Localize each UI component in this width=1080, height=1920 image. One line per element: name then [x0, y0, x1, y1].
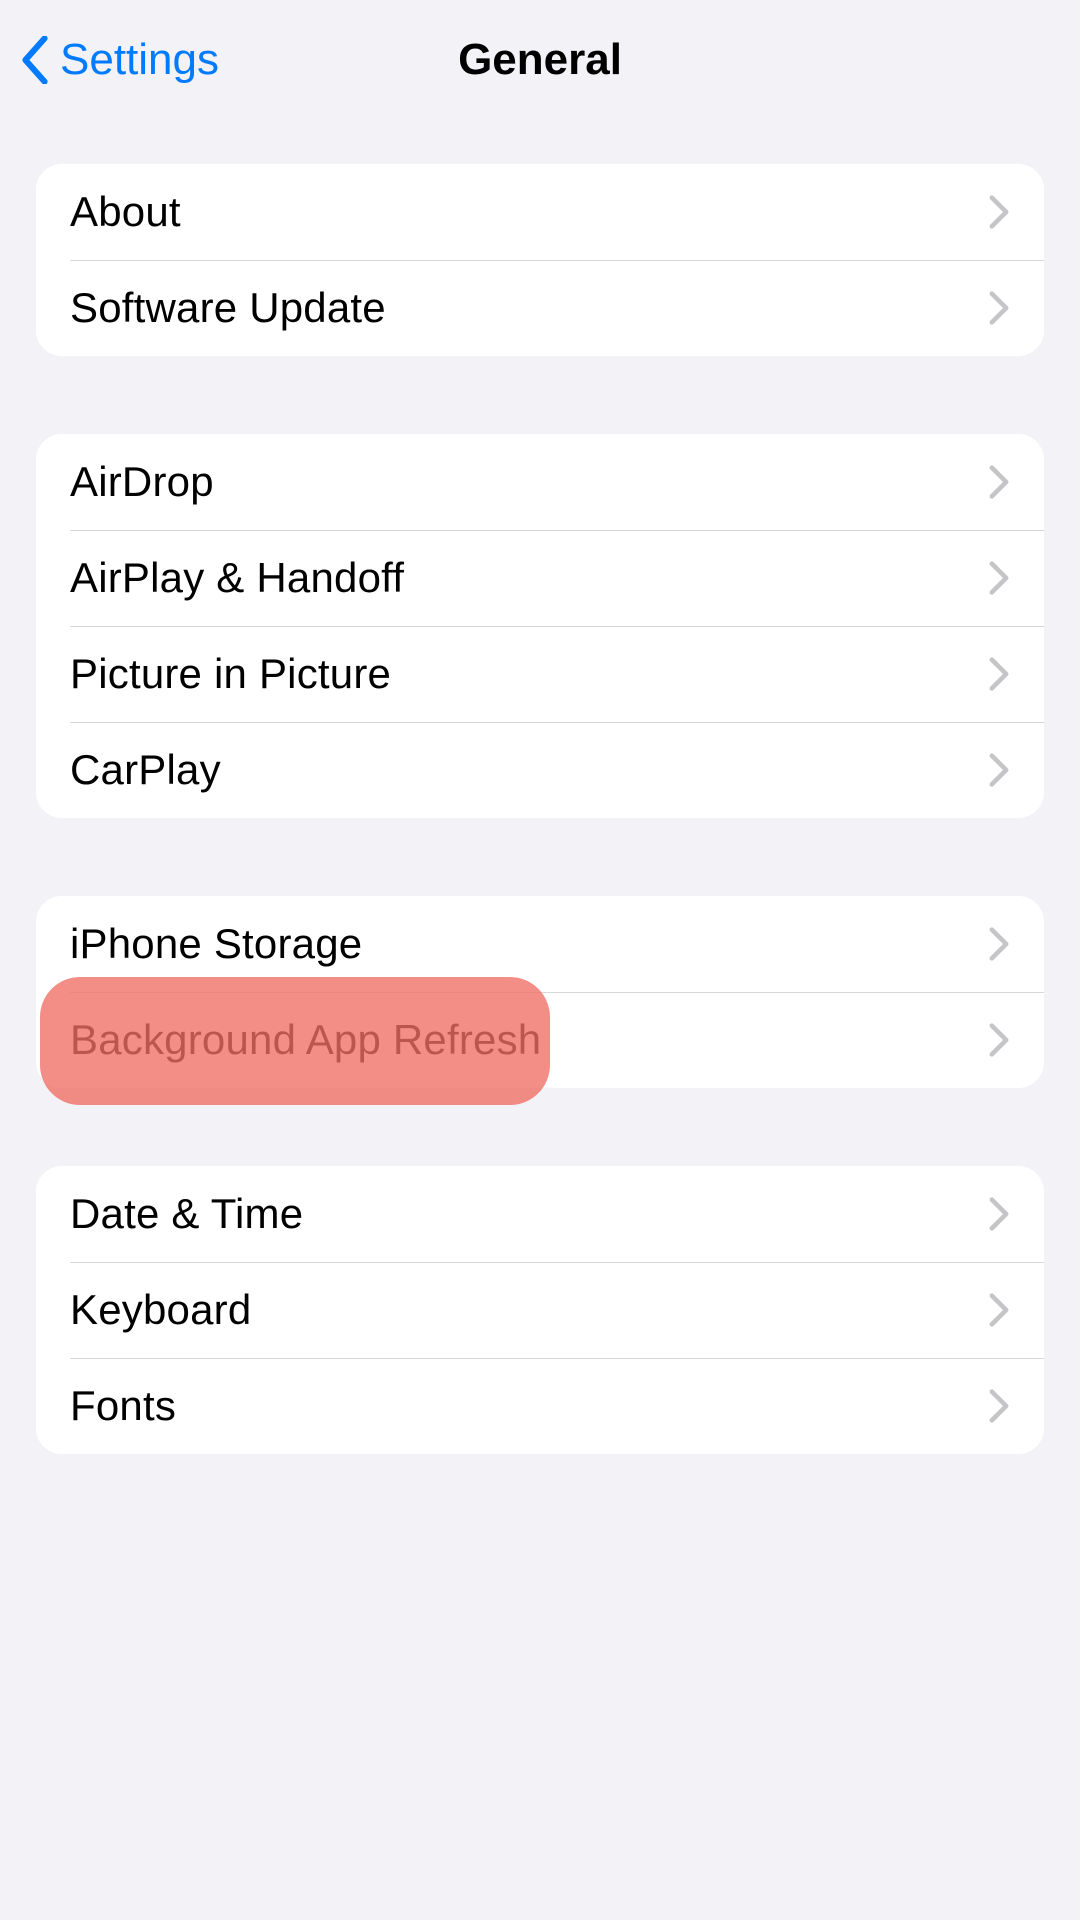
row-label: CarPlay	[70, 746, 221, 794]
back-label: Settings	[60, 35, 219, 85]
row-airplay-handoff[interactable]: AirPlay & Handoff	[36, 530, 1044, 626]
chevron-right-icon	[988, 1292, 1010, 1328]
chevron-right-icon	[988, 194, 1010, 230]
row-airdrop[interactable]: AirDrop	[36, 434, 1044, 530]
row-date-time[interactable]: Date & Time	[36, 1166, 1044, 1262]
row-picture-in-picture[interactable]: Picture in Picture	[36, 626, 1044, 722]
chevron-right-icon	[988, 926, 1010, 962]
chevron-right-icon	[988, 464, 1010, 500]
chevron-right-icon	[988, 1196, 1010, 1232]
group-system: Date & Time Keyboard Fonts	[36, 1166, 1044, 1454]
back-button[interactable]: Settings	[18, 35, 219, 85]
row-about[interactable]: About	[36, 164, 1044, 260]
row-iphone-storage[interactable]: iPhone Storage	[36, 896, 1044, 992]
row-label: AirDrop	[70, 458, 214, 506]
row-label: Background App Refresh	[70, 1016, 541, 1064]
page-title: General	[458, 35, 622, 85]
row-label: About	[70, 188, 181, 236]
group-info: About Software Update	[36, 164, 1044, 356]
chevron-right-icon	[988, 560, 1010, 596]
row-fonts[interactable]: Fonts	[36, 1358, 1044, 1454]
group-storage: iPhone Storage Background App Refresh	[36, 896, 1044, 1088]
row-software-update[interactable]: Software Update	[36, 260, 1044, 356]
navigation-bar: Settings General	[0, 0, 1080, 120]
chevron-right-icon	[988, 1022, 1010, 1058]
row-carplay[interactable]: CarPlay	[36, 722, 1044, 818]
chevron-right-icon	[988, 752, 1010, 788]
row-label: Date & Time	[70, 1190, 303, 1238]
row-label: Fonts	[70, 1382, 176, 1430]
chevron-right-icon	[988, 656, 1010, 692]
row-label: Keyboard	[70, 1286, 251, 1334]
row-label: Picture in Picture	[70, 650, 391, 698]
chevron-right-icon	[988, 1388, 1010, 1424]
settings-content: About Software Update AirDrop AirPlay & …	[0, 120, 1080, 1454]
group-connectivity: AirDrop AirPlay & Handoff Picture in Pic…	[36, 434, 1044, 818]
chevron-left-icon	[18, 36, 52, 84]
row-label: Software Update	[70, 284, 386, 332]
row-keyboard[interactable]: Keyboard	[36, 1262, 1044, 1358]
chevron-right-icon	[988, 290, 1010, 326]
row-background-app-refresh[interactable]: Background App Refresh	[36, 992, 1044, 1088]
row-label: AirPlay & Handoff	[70, 554, 404, 602]
row-label: iPhone Storage	[70, 920, 362, 968]
